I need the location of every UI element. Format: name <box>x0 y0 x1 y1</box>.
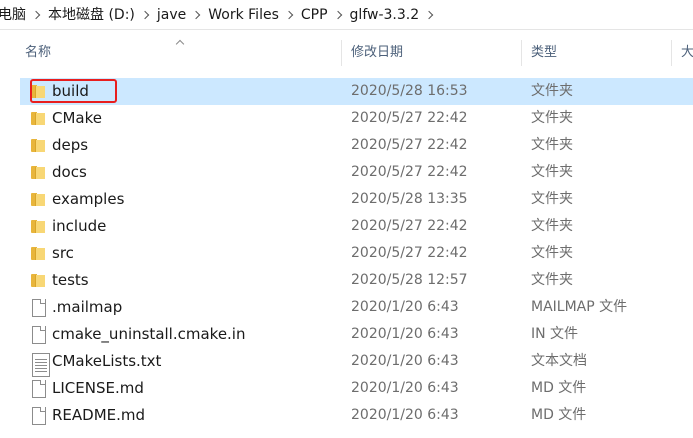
file-row-cmake[interactable]: CMake 2020/5/27 22:42 文件夹 <box>20 105 693 132</box>
file-icon <box>30 379 46 398</box>
file-icon <box>30 298 46 317</box>
folder-icon <box>30 244 46 262</box>
file-name: README.md <box>52 406 146 424</box>
file-row-include[interactable]: include 2020/5/27 22:42 文件夹 <box>20 213 693 240</box>
file-name: CMake <box>52 109 102 127</box>
file-type: 文本文档 <box>531 353 587 369</box>
file-row-examples[interactable]: examples 2020/5/28 13:35 文件夹 <box>20 186 693 213</box>
file-type: 文件夹 <box>531 83 573 99</box>
file-date: 2020/5/27 22:42 <box>351 218 468 234</box>
file-name: deps <box>52 136 89 154</box>
breadcrumb-item-computer[interactable]: 电脑 <box>0 0 30 30</box>
file-icon <box>30 325 46 344</box>
file-date: 2020/1/20 6:43 <box>351 326 459 342</box>
file-type: IN 文件 <box>531 326 579 342</box>
folder-icon <box>30 109 46 127</box>
file-date: 2020/1/20 6:43 <box>351 353 459 369</box>
chevron-right-icon[interactable] <box>283 0 297 30</box>
column-divider[interactable] <box>671 40 672 66</box>
column-header-type[interactable]: 类型 <box>531 38 671 68</box>
breadcrumb: 电脑 本地磁盘 (D:) jave Work Files CPP glfw-3.… <box>0 0 693 30</box>
file-date: 2020/5/27 22:42 <box>351 245 468 261</box>
chevron-right-icon[interactable] <box>139 0 153 30</box>
file-type: 文件夹 <box>531 110 573 126</box>
folder-icon <box>30 271 46 289</box>
breadcrumb-item-jave[interactable]: jave <box>153 0 190 30</box>
file-row-deps[interactable]: deps 2020/5/27 22:42 文件夹 <box>20 132 693 159</box>
column-header-name[interactable]: 名称 <box>25 38 340 68</box>
file-row-cmake-uninstall[interactable]: cmake_uninstall.cmake.in 2020/1/20 6:43 … <box>20 321 693 348</box>
file-type: 文件夹 <box>531 191 573 207</box>
folder-icon <box>30 136 46 154</box>
breadcrumb-item-cpp[interactable]: CPP <box>297 0 332 30</box>
file-type: MAILMAP 文件 <box>531 299 628 315</box>
breadcrumb-item-glfw[interactable]: glfw-3.3.2 <box>346 0 424 30</box>
file-icon <box>30 406 46 425</box>
file-type: 文件夹 <box>531 218 573 234</box>
file-name: build <box>52 82 89 100</box>
file-name: src <box>52 244 74 262</box>
file-name: CMakeLists.txt <box>52 352 162 370</box>
file-row-license[interactable]: LICENSE.md 2020/1/20 6:43 MD 文件 <box>20 375 693 402</box>
file-type: 文件夹 <box>531 137 573 153</box>
breadcrumb-item-work-files[interactable]: Work Files <box>204 0 283 30</box>
file-date: 2020/5/27 22:42 <box>351 110 468 126</box>
file-row-src[interactable]: src 2020/5/27 22:42 文件夹 <box>20 240 693 267</box>
column-divider[interactable] <box>521 40 522 66</box>
file-name: examples <box>52 190 125 208</box>
file-name: .mailmap <box>52 298 123 316</box>
column-header-bar: 名称 修改日期 类型 大 <box>0 38 693 68</box>
file-type: 文件夹 <box>531 164 573 180</box>
file-type: MD 文件 <box>531 380 587 396</box>
file-type: 文件夹 <box>531 272 573 288</box>
file-date: 2020/5/27 22:42 <box>351 137 468 153</box>
folder-icon <box>30 217 46 235</box>
file-type: MD 文件 <box>531 407 587 423</box>
file-row-tests[interactable]: tests 2020/5/28 12:57 文件夹 <box>20 267 693 294</box>
file-date: 2020/1/20 6:43 <box>351 407 459 423</box>
file-row-mailmap[interactable]: .mailmap 2020/1/20 6:43 MAILMAP 文件 <box>20 294 693 321</box>
file-name: docs <box>52 163 87 181</box>
file-row-readme[interactable]: README.md 2020/1/20 6:43 MD 文件 <box>20 402 693 429</box>
file-date: 2020/5/27 22:42 <box>351 164 468 180</box>
breadcrumb-item-drive-d[interactable]: 本地磁盘 (D:) <box>44 0 139 30</box>
text-document-icon <box>30 352 50 377</box>
column-header-date-modified[interactable]: 修改日期 <box>351 38 521 68</box>
file-date: 2020/5/28 16:53 <box>351 83 468 99</box>
chevron-right-icon[interactable] <box>30 0 44 30</box>
file-date: 2020/5/28 12:57 <box>351 272 468 288</box>
file-date: 2020/1/20 6:43 <box>351 299 459 315</box>
file-row-docs[interactable]: docs 2020/5/27 22:42 文件夹 <box>20 159 693 186</box>
file-date: 2020/1/20 6:43 <box>351 380 459 396</box>
chevron-right-icon[interactable] <box>332 0 346 30</box>
file-type: 文件夹 <box>531 245 573 261</box>
file-name: LICENSE.md <box>52 379 144 397</box>
file-name: tests <box>52 271 89 289</box>
chevron-right-icon[interactable] <box>190 0 204 30</box>
file-row-build[interactable]: build 2020/5/28 16:53 文件夹 <box>20 78 693 105</box>
chevron-right-icon[interactable] <box>423 0 437 30</box>
file-date: 2020/5/28 13:35 <box>351 191 468 207</box>
file-row-cmakelists[interactable]: CMakeLists.txt 2020/1/20 6:43 文本文档 <box>20 348 693 377</box>
column-header-size[interactable]: 大 <box>681 38 693 68</box>
file-name: include <box>52 217 107 235</box>
column-divider[interactable] <box>341 40 342 66</box>
file-name: cmake_uninstall.cmake.in <box>52 325 246 343</box>
folder-icon <box>30 82 46 100</box>
folder-icon <box>30 163 46 181</box>
folder-icon <box>30 190 46 208</box>
